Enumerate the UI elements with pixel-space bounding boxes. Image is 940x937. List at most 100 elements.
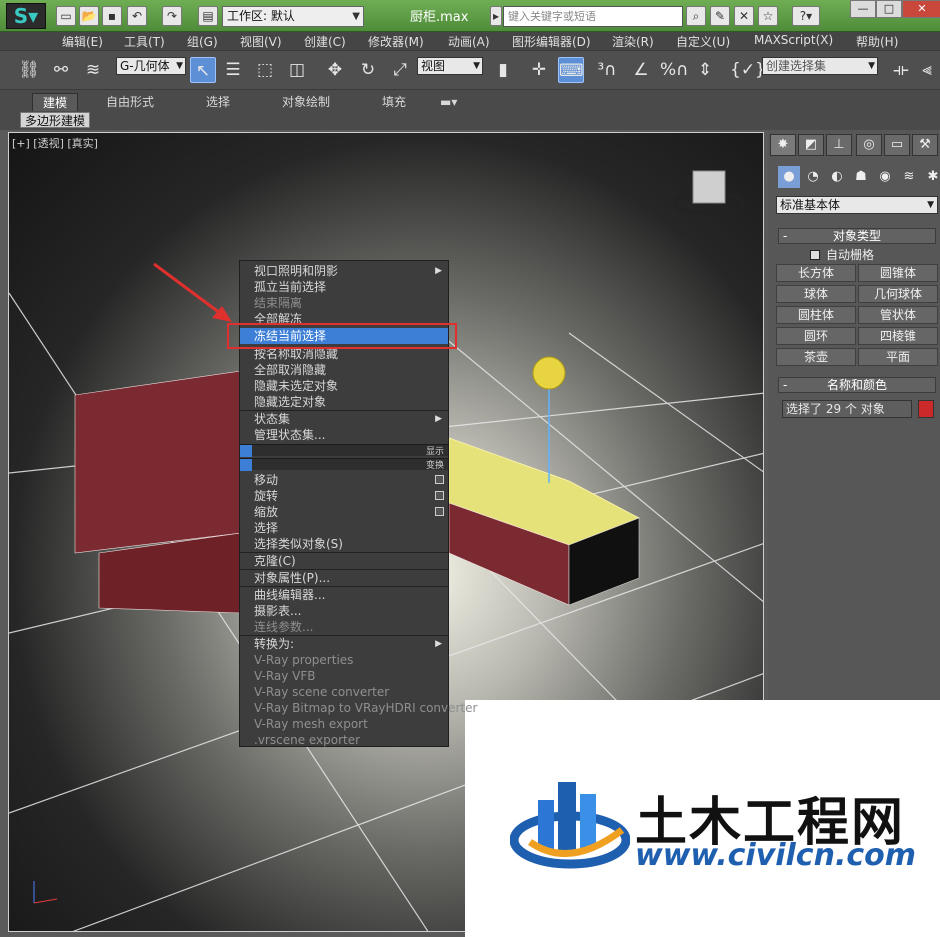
menu-item-curve-editor[interactable]: 曲线编辑器... (240, 587, 448, 603)
menu-item-object-properties[interactable]: 对象属性(P)... (240, 570, 448, 586)
cross-tools-icon[interactable]: ✕ (734, 6, 754, 26)
menu-item-select[interactable]: 选择 (240, 520, 448, 536)
menu-item-manage-state-sets[interactable]: 管理状态集... (240, 427, 448, 443)
menu-view[interactable]: 视图(V) (240, 33, 282, 50)
geosphere-button[interactable]: 几何球体 (858, 285, 938, 303)
menu-item-vray-vfb[interactable]: V-Ray VFB (240, 668, 448, 684)
menu-create[interactable]: 创建(C) (304, 33, 346, 50)
polygon-modeling-panel[interactable]: 多边形建模 (20, 112, 91, 128)
menu-item-select-similar[interactable]: 选择类似对象(S) (240, 536, 448, 552)
menu-help[interactable]: 帮助(H) (856, 33, 898, 50)
settings-box-icon[interactable] (435, 507, 444, 516)
menu-item-vrscene-exporter[interactable]: .vrscene exporter (240, 732, 448, 748)
menu-item-hide-selection[interactable]: 隐藏选定对象 (240, 394, 448, 410)
torus-button[interactable]: 圆环 (776, 327, 856, 345)
object-category-select[interactable]: 标准基本体 ▼ (776, 196, 938, 214)
save-icon[interactable]: ▪ (102, 6, 122, 26)
geometry-icon[interactable]: ● (778, 166, 800, 188)
move-icon[interactable]: ✥ (322, 57, 348, 83)
mirror-icon[interactable]: ⟛ (888, 57, 914, 83)
select-object-icon[interactable]: ↖ (190, 57, 216, 83)
hierarchy-tab-icon[interactable]: ⊥ (826, 134, 852, 156)
tab-object-paint[interactable]: 对象绘制 (272, 93, 340, 111)
percent-snap-icon[interactable]: %∩ (660, 57, 689, 83)
auto-grid-checkbox[interactable]: 自动栅格 (810, 246, 874, 263)
space-warps-icon[interactable]: ≋ (898, 166, 920, 188)
redo-icon[interactable]: ↷ (162, 6, 182, 26)
menu-item-unhide-all[interactable]: 全部取消隐藏 (240, 362, 448, 378)
menu-customize[interactable]: 自定义(U) (676, 33, 730, 50)
binoculars-icon[interactable]: ⌕ (686, 6, 706, 26)
open-file-icon[interactable]: 📂 (79, 6, 99, 26)
utilities-tab-icon[interactable]: ⚒ (912, 134, 938, 156)
menu-rendering[interactable]: 渲染(R) (612, 33, 654, 50)
menu-item-clone[interactable]: 克隆(C) (240, 553, 448, 569)
menu-edit[interactable]: 编辑(E) (62, 33, 103, 50)
select-manipulate-icon[interactable]: ✛ (526, 57, 552, 83)
tab-populate[interactable]: 填充 (372, 93, 416, 111)
object-name-field[interactable]: 选择了 29 个 对象 (782, 400, 912, 418)
display-tab-icon[interactable]: ▭ (884, 134, 910, 156)
star-icon[interactable]: ☆ (758, 6, 778, 26)
angle-snap-icon[interactable]: ∠ (628, 57, 654, 83)
search-input[interactable]: 键入关键字或短语 (503, 6, 683, 27)
menu-maxscript[interactable]: MAXScript(X) (754, 33, 833, 47)
tube-button[interactable]: 管状体 (858, 306, 938, 324)
menu-group[interactable]: 组(G) (187, 33, 218, 50)
sphere-button[interactable]: 球体 (776, 285, 856, 303)
teapot-button[interactable]: 茶壶 (776, 348, 856, 366)
modify-tab-icon[interactable]: ◩ (798, 134, 824, 156)
box-button[interactable]: 长方体 (776, 264, 856, 282)
scale-icon[interactable]: ⤢ (387, 57, 413, 83)
menu-item-vray-bitmap-converter[interactable]: V-Ray Bitmap to VRayHDRI converter (240, 700, 477, 716)
menu-item-viewport-lighting[interactable]: 视口照明和阴影 ▶ (240, 263, 448, 279)
tab-freeform[interactable]: 自由形式 (96, 93, 164, 111)
tab-selection[interactable]: 选择 (196, 93, 240, 111)
menu-item-vray-scene-converter[interactable]: V-Ray scene converter (240, 684, 448, 700)
create-tab-icon[interactable]: ✸ (770, 134, 796, 156)
reference-coordinate-select[interactable]: 视图 ▼ (417, 57, 483, 75)
helpers-icon[interactable]: ◉ (874, 166, 896, 188)
named-selection-set-select[interactable]: 创建选择集 ▼ (762, 57, 878, 75)
menu-item-dope-sheet[interactable]: 摄影表... (240, 603, 448, 619)
lights-icon[interactable]: ◐ (826, 166, 848, 188)
help-icon[interactable]: ?▾ (792, 6, 820, 26)
name-color-rollout[interactable]: - 名称和颜色 (778, 377, 936, 393)
motion-tab-icon[interactable]: ◎ (856, 134, 882, 156)
selection-filter-select[interactable]: G-几何体 ▼ (116, 57, 186, 75)
menu-item-isolate-selection[interactable]: 孤立当前选择 (240, 279, 448, 295)
cylinder-button[interactable]: 圆柱体 (776, 306, 856, 324)
menu-item-scale[interactable]: 缩放 (240, 504, 448, 520)
menu-item-convert-to[interactable]: 转换为: ▶ (240, 636, 448, 652)
display-quadrant-bar[interactable]: 显示 (240, 444, 448, 457)
plane-button[interactable]: 平面 (858, 348, 938, 366)
menu-item-state-sets[interactable]: 状态集 ▶ (240, 411, 448, 427)
cone-button[interactable]: 圆锥体 (858, 264, 938, 282)
shapes-icon[interactable]: ◔ (802, 166, 824, 188)
maximize-button[interactable]: □ (876, 0, 902, 18)
ribbon-options-icon[interactable]: ▬▾ (430, 93, 467, 111)
settings-box-icon[interactable] (435, 491, 444, 500)
menu-graph-editors[interactable]: 图形编辑器(D) (512, 33, 591, 50)
object-color-swatch[interactable] (918, 400, 934, 418)
rotate-icon[interactable]: ↻ (355, 57, 381, 83)
app-logo-icon[interactable]: S▾ (6, 3, 46, 29)
menu-animation[interactable]: 动画(A) (448, 33, 490, 50)
search-arrow-icon[interactable]: ▸ (490, 6, 502, 26)
edit-named-selection-icon[interactable]: {✓} (730, 57, 766, 83)
new-file-icon[interactable]: ▭ (56, 6, 76, 26)
menu-item-vray-mesh-export[interactable]: V-Ray mesh export (240, 716, 448, 732)
menu-item-end-isolate[interactable]: 结束隔离 (240, 295, 448, 311)
menu-item-rotate[interactable]: 旋转 (240, 488, 448, 504)
pyramid-button[interactable]: 四棱锥 (858, 327, 938, 345)
undo-icon[interactable]: ↶ (127, 6, 147, 26)
keyboard-shortcut-override-icon[interactable]: ⌨ (558, 57, 584, 83)
select-by-name-icon[interactable]: ☰ (220, 57, 246, 83)
object-type-rollout[interactable]: - 对象类型 (778, 228, 936, 244)
menu-item-wire-parameters[interactable]: 连线参数... (240, 619, 448, 635)
tab-modeling[interactable]: 建模 (32, 93, 79, 111)
workspace-select[interactable]: 工作区: 默认 ▼ (222, 6, 364, 27)
minimize-button[interactable]: — (850, 0, 876, 18)
menu-item-move[interactable]: 移动 (240, 472, 448, 488)
spinner-snap-icon[interactable]: ⇕ (692, 57, 718, 83)
